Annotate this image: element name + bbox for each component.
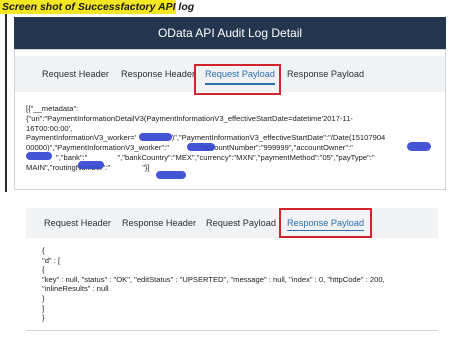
highlight-box-request-payload: [194, 64, 281, 95]
caption-text: Screen shot of Successfactory API log: [2, 1, 195, 13]
tab-response-header[interactable]: Response Header: [121, 56, 195, 92]
redaction-mark: [407, 142, 431, 151]
payload-line: "key" : null, "status" : "OK", "editStat…: [42, 274, 385, 284]
highlight-box-response-payload: [279, 208, 372, 238]
payload-line: "d" : [: [42, 255, 61, 265]
payload-line: 16T00:00:00',: [26, 123, 73, 133]
payload-line: }: [42, 293, 45, 303]
tab-request-header[interactable]: Request Header: [44, 208, 111, 238]
tab-response-payload[interactable]: Response Payload: [287, 56, 364, 92]
redaction-mark: [139, 133, 172, 141]
payload-line: {: [42, 246, 45, 255]
redaction-mark: [26, 152, 52, 160]
payload-line: {: [42, 265, 45, 275]
redaction-mark: [187, 143, 215, 151]
response-payload-text: { "d" : [ { "key" : null, "status" : "OK…: [42, 246, 442, 323]
payload-line: 00000)","PaymentInformationV3_worker":" "…: [26, 143, 353, 153]
dialog-title: OData API Audit Log Detail: [14, 17, 446, 49]
payload-line: {"uri":"PaymentInformationDetailV3(Payme…: [26, 113, 353, 123]
payload-line: "inlineResults" : null: [42, 284, 109, 294]
tab-response-header[interactable]: Response Header: [122, 208, 196, 238]
left-border-rule: [5, 14, 7, 192]
tab-bar-bottom: Request Header Response Header Request P…: [26, 208, 438, 238]
payload-line: [{"__metadata":: [26, 104, 79, 113]
panel-bottom-rule: [26, 330, 438, 331]
redaction-mark: [156, 171, 186, 179]
payload-line: }: [42, 313, 45, 323]
redaction-mark: [78, 161, 104, 169]
tab-request-payload[interactable]: Request Payload: [206, 208, 276, 238]
payload-line: ]: [42, 303, 45, 313]
payload-line: PaymentInformationV3_worker=' ')","Paymen…: [26, 133, 386, 143]
tab-request-header[interactable]: Request Header: [42, 56, 109, 92]
